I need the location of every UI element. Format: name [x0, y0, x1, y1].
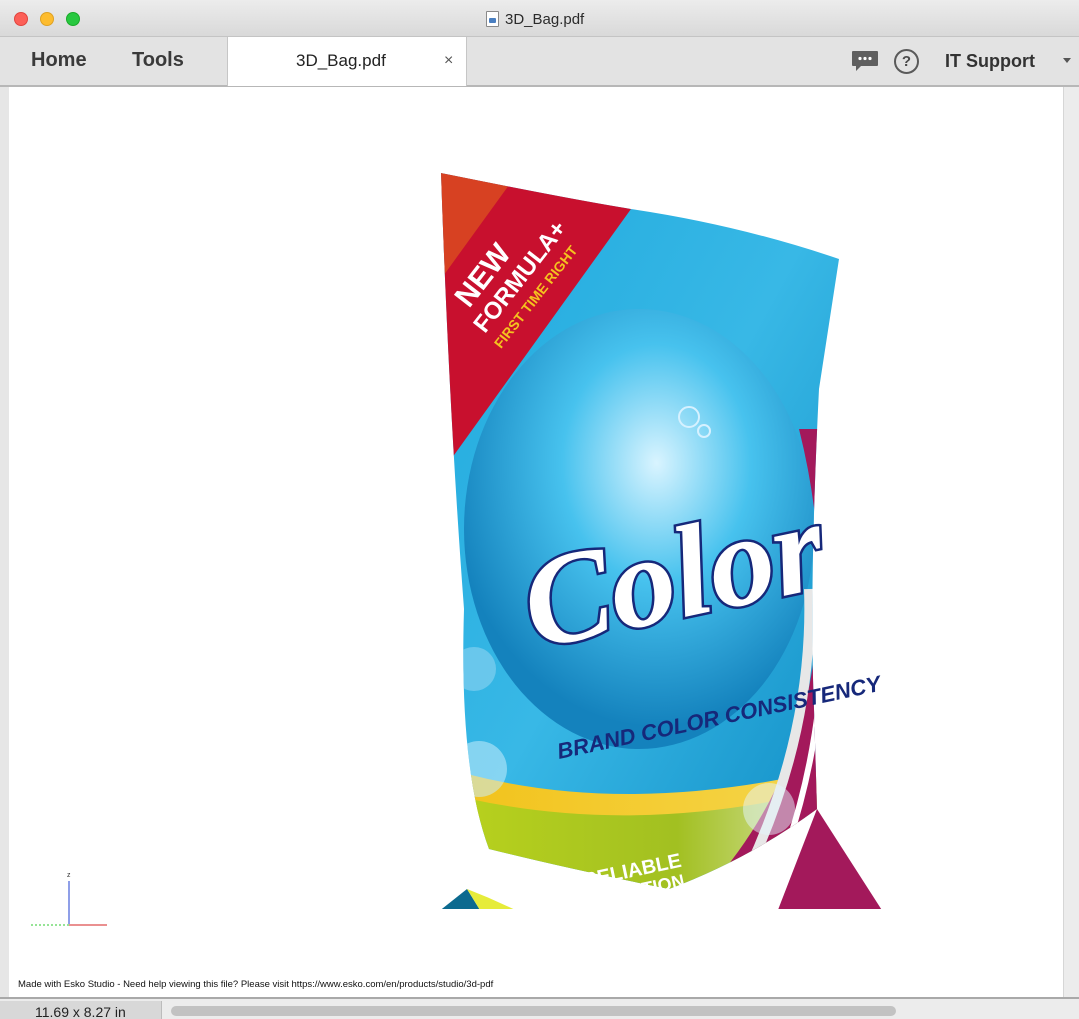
window-title-text: 3D_Bag.pdf	[505, 10, 585, 28]
comment-bubble-icon[interactable]	[851, 50, 879, 72]
help-circle-icon[interactable]: ?	[894, 49, 919, 74]
tools-tab[interactable]: Tools	[132, 49, 184, 72]
document-tab-label: 3D_Bag.pdf	[296, 51, 386, 70]
toolbar: Home Tools 3D_Bag.pdf × ? IT Support	[0, 37, 1079, 87]
axis-z-label: z	[67, 872, 71, 879]
viewer-left-gutter	[0, 87, 9, 997]
window-title: 3D_Bag.pdf	[486, 10, 584, 28]
3d-bag-model[interactable]: NEW FORMULA+ FIRST TIME RIGHT Color BRAN…	[369, 169, 909, 909]
horizontal-scrollbar-thumb[interactable]	[171, 1006, 896, 1016]
chevron-down-icon[interactable]	[1063, 58, 1071, 63]
document-tab[interactable]: 3D_Bag.pdf ×	[227, 37, 467, 86]
close-tab-icon[interactable]: ×	[444, 52, 453, 70]
window-close-button[interactable]	[14, 12, 28, 26]
pdf-document-icon	[486, 11, 499, 27]
document-viewer[interactable]: NEW FORMULA+ FIRST TIME RIGHT Color BRAN…	[9, 89, 1063, 997]
account-menu[interactable]: IT Support	[945, 51, 1035, 72]
home-tab[interactable]: Home	[31, 49, 87, 72]
footnote-text: Made with Esko Studio - Need help viewin…	[18, 979, 494, 990]
3d-axis-gizmo: z	[31, 872, 107, 926]
status-bar: 11.69 x 8.27 in	[0, 997, 1079, 1019]
window-minimize-button[interactable]	[40, 12, 54, 26]
title-bar: 3D_Bag.pdf	[0, 0, 1079, 37]
window-zoom-button[interactable]	[66, 12, 80, 26]
page-size-indicator[interactable]: 11.69 x 8.27 in	[0, 1001, 162, 1019]
vertical-scrollbar-track[interactable]	[1063, 87, 1079, 997]
